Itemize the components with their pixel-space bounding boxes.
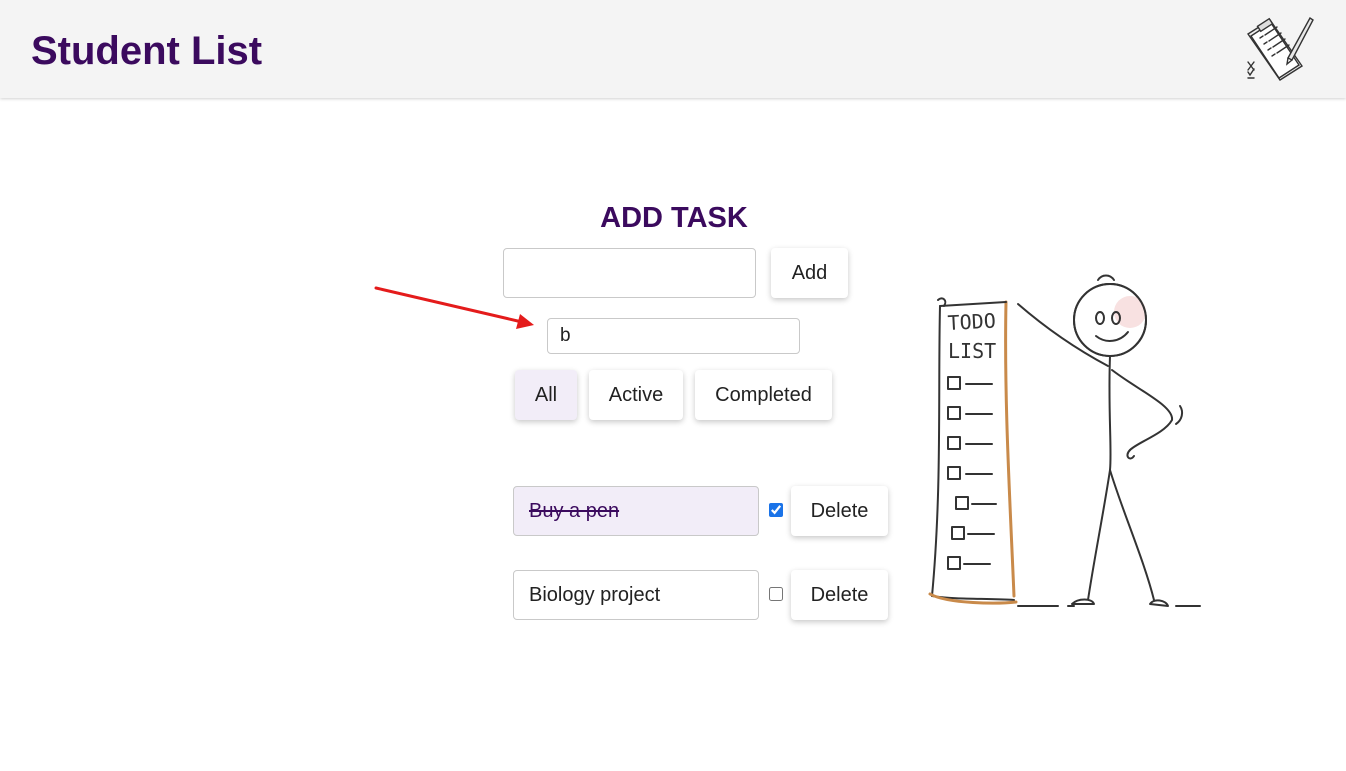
task-complete-checkbox[interactable]	[769, 503, 783, 517]
filter-active-button[interactable]: Active	[589, 370, 683, 420]
task-item-text[interactable]: Buy a pen	[513, 486, 759, 536]
app-title: Student List	[31, 29, 263, 73]
stick-figure-todo-list-icon: TODO LIST	[928, 274, 1201, 607]
search-input[interactable]	[547, 318, 800, 354]
add-button[interactable]: Add	[771, 248, 848, 298]
filter-all-button[interactable]: All	[515, 370, 577, 420]
task-item-text[interactable]: Biology project	[513, 570, 759, 620]
task-complete-checkbox[interactable]	[769, 587, 783, 601]
add-task-heading: ADD TASK	[600, 202, 748, 234]
delete-task-button[interactable]: Delete	[791, 570, 888, 620]
new-task-input[interactable]	[503, 248, 756, 298]
delete-task-button[interactable]: Delete	[791, 486, 888, 536]
app-header: Student List	[0, 0, 1346, 98]
filter-completed-button[interactable]: Completed	[695, 370, 832, 420]
todo-scroll-text: TODO	[947, 309, 996, 335]
list-scroll-text: LIST	[948, 339, 996, 363]
red-arrow-icon	[374, 286, 534, 329]
clipboard-checklist-icon	[1247, 16, 1314, 81]
